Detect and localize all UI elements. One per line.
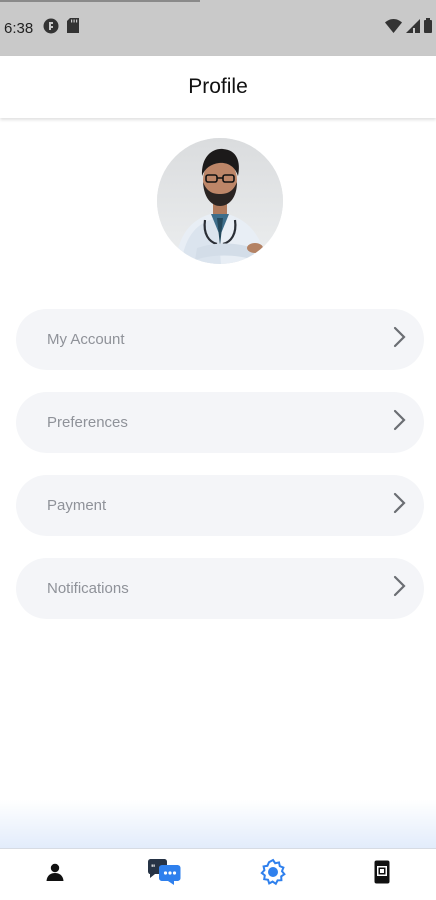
menu-item-notifications[interactable]: Notifications [16, 558, 424, 619]
status-icons-left [43, 18, 80, 39]
sd-card-icon [67, 18, 80, 38]
menu-item-preferences[interactable]: Preferences [16, 392, 424, 453]
app-icon [43, 18, 59, 39]
wifi-icon [385, 18, 402, 38]
tab-chat[interactable]: " [134, 849, 194, 900]
avatar[interactable] [157, 138, 283, 264]
status-bar: 6:38 [0, 0, 436, 56]
chevron-right-icon [392, 326, 406, 353]
menu-item-label: My Account [47, 331, 125, 348]
chevron-right-icon [392, 409, 406, 436]
menu-item-label: Notifications [47, 580, 129, 597]
phone-icon [374, 860, 390, 889]
tab-device[interactable] [352, 849, 412, 900]
status-right [385, 18, 432, 38]
page-title: Profile [188, 75, 248, 98]
signal-icon [406, 18, 420, 38]
bottom-fade [0, 800, 436, 848]
battery-icon [424, 18, 432, 38]
bottom-nav: " [0, 848, 436, 900]
profile-menu: My Account Preferences Payment Notificat… [16, 309, 424, 641]
tab-profile[interactable] [25, 849, 85, 900]
progress-line [0, 0, 200, 2]
menu-item-label: Preferences [47, 414, 128, 431]
svg-text:": " [151, 863, 155, 873]
status-left: 6:38 [4, 18, 80, 39]
app-header: Profile [0, 56, 436, 118]
chevron-right-icon [392, 575, 406, 602]
chevron-right-icon [392, 492, 406, 519]
menu-item-my-account[interactable]: My Account [16, 309, 424, 370]
avatar-illustration [157, 138, 283, 264]
status-time: 6:38 [4, 19, 34, 37]
settings-icon [259, 858, 287, 891]
menu-item-payment[interactable]: Payment [16, 475, 424, 536]
menu-item-label: Payment [47, 497, 107, 514]
chat-icon: " [146, 858, 182, 891]
tab-settings[interactable] [243, 849, 303, 900]
person-icon [45, 862, 65, 887]
